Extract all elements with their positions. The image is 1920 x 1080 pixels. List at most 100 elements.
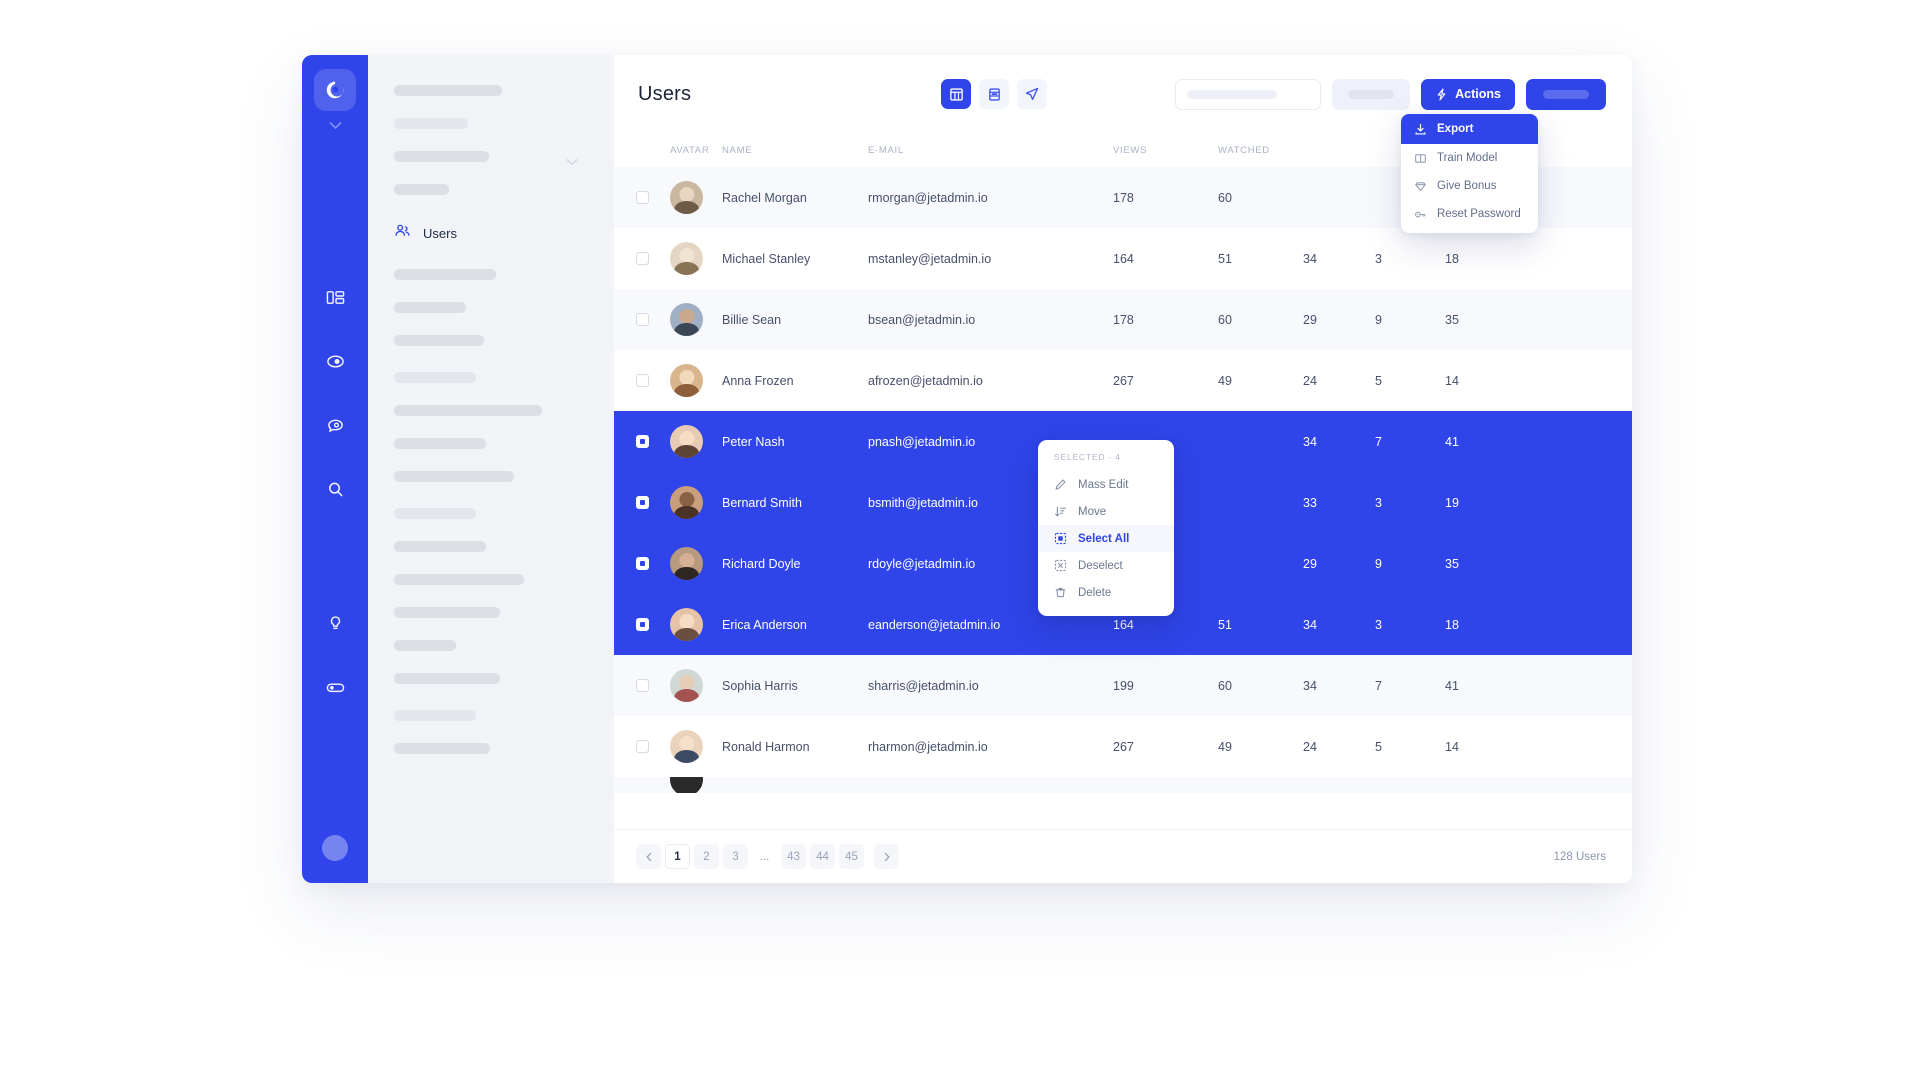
sidebar-item-search[interactable] — [323, 477, 347, 501]
secondary-sidebar: Users — [368, 55, 614, 883]
subnav-collapse-toggle[interactable] — [566, 153, 578, 171]
view-toggle-group — [941, 79, 1048, 109]
pagination-page-44[interactable]: 44 — [810, 844, 835, 869]
cell-email: mstanley@jetadmin.io — [868, 251, 992, 266]
chevron-left-icon — [646, 852, 651, 861]
chat-bubble-icon — [327, 419, 343, 432]
row-checkbox[interactable] — [636, 496, 649, 509]
avatar — [670, 669, 703, 702]
row-checkbox[interactable] — [636, 252, 649, 265]
cell-watched: 51 — [1218, 251, 1232, 266]
row-checkbox[interactable] — [636, 679, 649, 692]
sidebar-item-messages[interactable] — [323, 413, 347, 437]
selection-count-label: SELECTED - 4 — [1054, 452, 1121, 462]
skeleton-item — [394, 574, 588, 585]
row-checkbox[interactable] — [636, 435, 649, 448]
users-icon — [394, 222, 411, 244]
pagination-next[interactable] — [874, 844, 899, 869]
row-checkbox[interactable] — [636, 618, 649, 631]
skeleton-item — [394, 118, 588, 129]
pagination-page-45[interactable]: 45 — [839, 844, 864, 869]
actions-button-label: Actions — [1455, 87, 1501, 101]
user-avatar[interactable] — [322, 835, 348, 861]
cell-email: afrozen@jetadmin.io — [868, 373, 983, 388]
book-icon — [1415, 153, 1426, 163]
sort-arrow-icon — [1055, 506, 1066, 517]
table-row[interactable]: Ronald Harmon rharmon@jetadmin.io 267 49… — [614, 716, 1632, 777]
menu-item-mass-edit[interactable]: Mass Edit — [1038, 471, 1174, 498]
cell-watchlist: 14 — [1445, 739, 1459, 754]
menu-item-train-model[interactable]: Train Model — [1401, 144, 1538, 172]
toolbar: Users Actions Export Train Model Give Bo… — [614, 55, 1632, 233]
sidebar-item-dashboard[interactable] — [323, 285, 347, 309]
row-checkbox[interactable] — [636, 374, 649, 387]
skeleton-item — [394, 607, 588, 618]
skeleton-item — [394, 335, 588, 346]
pagination-page-43[interactable]: 43 — [781, 844, 806, 869]
pagination-page-2[interactable]: 2 — [694, 844, 719, 869]
primary-action-button[interactable] — [1526, 78, 1606, 110]
main-content: Users Actions Export Train Model Give Bo… — [614, 55, 1632, 883]
table-row[interactable]: Sophia Harris sharris@jetadmin.io 199 60… — [614, 655, 1632, 716]
cell-extra-1: 24 — [1303, 739, 1317, 754]
tab-card-view[interactable] — [979, 79, 1010, 109]
menu-item-move[interactable]: Move — [1038, 498, 1174, 525]
sidebar-item-analytics[interactable] — [323, 349, 347, 373]
menu-item-deselect[interactable]: Deselect — [1038, 552, 1174, 579]
tab-table-view[interactable] — [941, 79, 972, 109]
sidebar-expand-toggle[interactable] — [329, 117, 342, 135]
menu-item-select-all[interactable]: Select All — [1038, 525, 1174, 552]
cell-email: rmorgan@jetadmin.io — [868, 190, 988, 205]
tab-map-view[interactable] — [1017, 79, 1048, 109]
skeleton-item — [394, 438, 588, 449]
row-checkbox[interactable] — [636, 191, 649, 204]
menu-item-reset-password[interactable]: Reset Password — [1401, 200, 1538, 228]
pagination-prev[interactable] — [636, 844, 661, 869]
cell-email: eanderson@jetadmin.io — [868, 617, 1001, 632]
row-checkbox[interactable] — [636, 313, 649, 326]
primary-label-skeleton — [1543, 89, 1589, 99]
menu-item-label: Move — [1078, 505, 1107, 518]
pagination-page-1[interactable]: 1 — [665, 844, 690, 869]
pie-chart-icon — [326, 354, 344, 368]
table-row[interactable]: Michael Stanley mstanley@jetadmin.io 164… — [614, 228, 1632, 289]
spiral-logo-icon — [326, 81, 344, 99]
pagination-page-3[interactable]: 3 — [723, 844, 748, 869]
column-header-avatar: AVATAR — [670, 144, 710, 156]
skeleton-item — [394, 743, 588, 754]
table-row[interactable]: Billie Sean bsean@jetadmin.io 178 60 29 … — [614, 289, 1632, 350]
skeleton-item — [394, 184, 588, 195]
sidebar-item-toggle[interactable] — [323, 675, 347, 699]
cell-extra-2: 3 — [1375, 251, 1382, 266]
avatar — [670, 181, 703, 214]
sidebar-item-users[interactable]: Users — [388, 217, 588, 249]
cell-extra-1: 34 — [1303, 678, 1317, 693]
skeleton-item — [394, 541, 588, 552]
cell-extra-2: 3 — [1375, 495, 1382, 510]
skeleton-item — [394, 640, 588, 651]
lightbulb-icon — [330, 615, 340, 629]
app-logo[interactable] — [314, 69, 356, 111]
cell-views: 178 — [1113, 190, 1134, 205]
table-row[interactable]: Anna Frozen afrozen@jetadmin.io 267 49 2… — [614, 350, 1632, 411]
menu-item-give-bonus[interactable]: Give Bonus — [1401, 172, 1538, 200]
avatar — [670, 425, 703, 458]
menu-item-label: Delete — [1078, 586, 1112, 599]
key-icon — [1415, 211, 1426, 217]
menu-item-label: Train Model — [1437, 152, 1498, 164]
cell-extra-2: 5 — [1375, 373, 1382, 388]
row-checkbox[interactable] — [636, 740, 649, 753]
table-icon — [949, 87, 963, 101]
table-row-partial[interactable] — [614, 777, 1632, 793]
menu-item-delete[interactable]: Delete — [1038, 579, 1174, 606]
search-input[interactable] — [1175, 78, 1322, 110]
actions-button[interactable]: Actions — [1421, 78, 1515, 110]
paper-plane-icon — [1026, 87, 1039, 101]
menu-item-export[interactable]: Export — [1401, 114, 1538, 144]
row-checkbox[interactable] — [636, 557, 649, 570]
cell-name: Billie Sean — [722, 312, 782, 327]
users-table: AVATAR NAME E-MAIL VIEWS WATCHED WATCHLI… — [614, 133, 1632, 829]
filter-button[interactable] — [1332, 78, 1411, 110]
pagination: 1 2 3 ... 43 44 45 — [636, 844, 899, 869]
sidebar-item-ideas[interactable] — [323, 611, 347, 635]
